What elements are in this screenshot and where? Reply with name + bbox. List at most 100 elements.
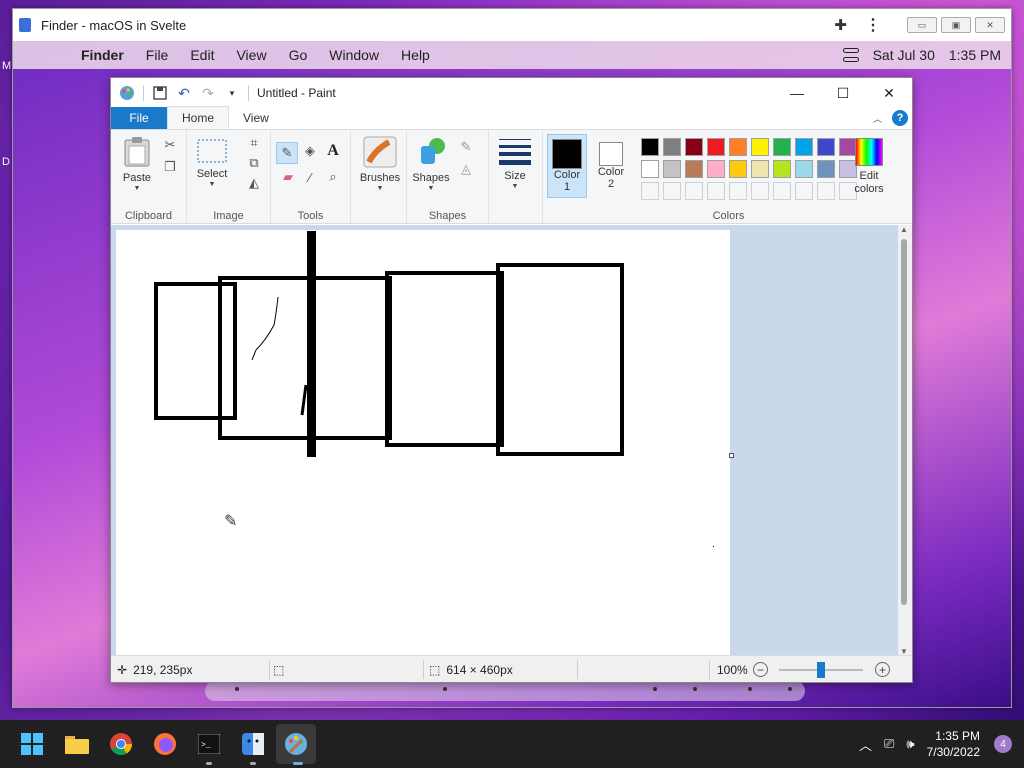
palette-swatch[interactable] [751, 182, 769, 200]
status-separator [269, 660, 270, 679]
color2-button[interactable]: Color 2 [591, 134, 631, 198]
palette-swatch[interactable] [817, 160, 835, 178]
palette-swatch[interactable] [817, 182, 835, 200]
tab-home[interactable]: Home [167, 106, 230, 129]
notification-badge[interactable]: 4 [994, 735, 1012, 753]
palette-swatch[interactable] [795, 182, 813, 200]
vertical-scrollbar[interactable]: ▲ ▼ [898, 225, 912, 656]
palette-swatch[interactable] [663, 138, 681, 156]
zoom-in-icon[interactable]: + [875, 662, 890, 677]
paste-button[interactable]: Paste ▼ [119, 136, 155, 192]
terminal-icon[interactable]: >_ [197, 732, 221, 756]
color1-button[interactable]: Color 1 [547, 134, 587, 198]
cursor-position: ✛ 219, 235px [117, 662, 193, 677]
start-icon[interactable] [20, 732, 44, 756]
palette-swatch[interactable] [707, 138, 725, 156]
collapse-ribbon-icon[interactable]: ︿ [873, 112, 882, 125]
menu-go[interactable]: Go [289, 47, 308, 63]
scroll-thumb[interactable] [901, 239, 907, 605]
menu-app-finder[interactable]: Finder [81, 47, 124, 63]
undo-icon[interactable]: ↶ [176, 85, 192, 101]
brushes-button[interactable]: Brushes ▼ [357, 136, 403, 192]
palette-swatch[interactable] [729, 182, 747, 200]
cut-icon[interactable]: ✂ [161, 136, 179, 154]
zoom-slider-thumb[interactable] [817, 662, 825, 678]
running-indicator [250, 762, 256, 765]
menu-help[interactable]: Help [401, 47, 430, 63]
save-icon[interactable] [152, 85, 168, 101]
paint-icon[interactable] [284, 732, 308, 756]
size-button[interactable]: Size ▼ [495, 136, 535, 190]
outline-icon[interactable]: ✎ [457, 138, 475, 156]
palette-swatch[interactable] [641, 160, 659, 178]
browser-minimize-button[interactable]: ▭ [907, 17, 937, 33]
redo-icon[interactable]: ↷ [200, 85, 216, 101]
file-explorer-icon[interactable] [65, 732, 89, 756]
paint-titlebar: ↶ ↷ ▾ Untitled - Paint — ☐ ✕ [111, 78, 912, 108]
firefox-icon[interactable] [153, 732, 177, 756]
palette-swatch[interactable] [751, 138, 769, 156]
palette-swatch[interactable] [773, 160, 791, 178]
color-picker-icon[interactable]: ⁄ [301, 168, 319, 186]
chrome-icon[interactable] [109, 732, 133, 756]
palette-swatch[interactable] [795, 160, 813, 178]
palette-swatch[interactable] [641, 138, 659, 156]
palette-swatch[interactable] [707, 160, 725, 178]
paint-app-icon[interactable] [119, 85, 135, 101]
menu-window[interactable]: Window [329, 47, 379, 63]
maximize-button[interactable]: ☐ [820, 78, 866, 108]
tab-view[interactable]: View [229, 107, 283, 129]
palette-swatch[interactable] [773, 182, 791, 200]
palette-swatch[interactable] [685, 138, 703, 156]
palette-swatch[interactable] [795, 138, 813, 156]
edit-colors-button[interactable]: Edit colors [849, 138, 889, 196]
customize-qat-icon[interactable]: ▾ [224, 85, 240, 101]
tab-file[interactable]: File [111, 107, 167, 129]
shapes-button[interactable]: Shapes ▼ [411, 136, 451, 192]
pencil-icon[interactable]: ✎ [276, 142, 298, 164]
crop-icon[interactable]: ⌗ [245, 134, 263, 152]
help-icon[interactable]: ? [892, 110, 908, 126]
select-button[interactable]: Select ▼ [193, 138, 231, 188]
puzzle-icon[interactable]: ✚ [834, 16, 847, 34]
browser-close-button[interactable]: ✕ [975, 17, 1005, 33]
palette-swatch[interactable] [817, 138, 835, 156]
browser-maximize-button[interactable]: ▣ [941, 17, 971, 33]
fill-icon[interactable]: ◈ [301, 142, 319, 160]
chevron-up-icon[interactable]: ︿ [859, 735, 872, 754]
menu-edit[interactable]: Edit [190, 47, 214, 63]
menu-view[interactable]: View [236, 47, 266, 63]
rotate-icon[interactable]: ◭ [245, 174, 263, 192]
palette-swatch[interactable] [773, 138, 791, 156]
palette-swatch[interactable] [663, 160, 681, 178]
magnifier-icon[interactable]: ⌕ [324, 168, 342, 186]
palette-swatch[interactable] [751, 160, 769, 178]
shape-fill-icon[interactable]: ◬ [457, 160, 475, 178]
palette-swatch[interactable] [641, 182, 659, 200]
palette-swatch[interactable] [729, 160, 747, 178]
palette-swatch[interactable] [685, 182, 703, 200]
desktop-edge-text: M [2, 60, 12, 72]
kebab-icon[interactable]: ⋮ [865, 15, 881, 35]
palette-swatch[interactable] [729, 138, 747, 156]
copy-icon[interactable]: ❐ [161, 158, 179, 176]
resize-icon[interactable]: ⧉ [245, 154, 263, 172]
control-center-icon[interactable] [842, 48, 859, 62]
volume-icon[interactable]: 🕪 [906, 736, 914, 752]
network-icon[interactable]: ⎚ [884, 736, 894, 752]
palette-swatch[interactable] [663, 182, 681, 200]
menu-file[interactable]: File [146, 47, 169, 63]
drawing-canvas[interactable]: ✎ [116, 230, 730, 656]
taskbar-time: 1:35 PM [935, 729, 980, 743]
taskbar-clock[interactable]: 1:35 PM 7/30/2022 [927, 728, 980, 760]
palette-swatch[interactable] [685, 160, 703, 178]
zoom-out-icon[interactable]: − [753, 662, 768, 677]
palette-swatch[interactable] [707, 182, 725, 200]
resize-handle[interactable] [729, 453, 734, 458]
scroll-up-icon[interactable]: ▲ [900, 225, 908, 234]
text-icon[interactable]: A [324, 142, 342, 160]
finder-icon[interactable] [241, 732, 265, 756]
eraser-icon[interactable]: ▰ [279, 168, 297, 186]
close-button[interactable]: ✕ [866, 78, 912, 108]
minimize-button[interactable]: — [774, 78, 820, 108]
